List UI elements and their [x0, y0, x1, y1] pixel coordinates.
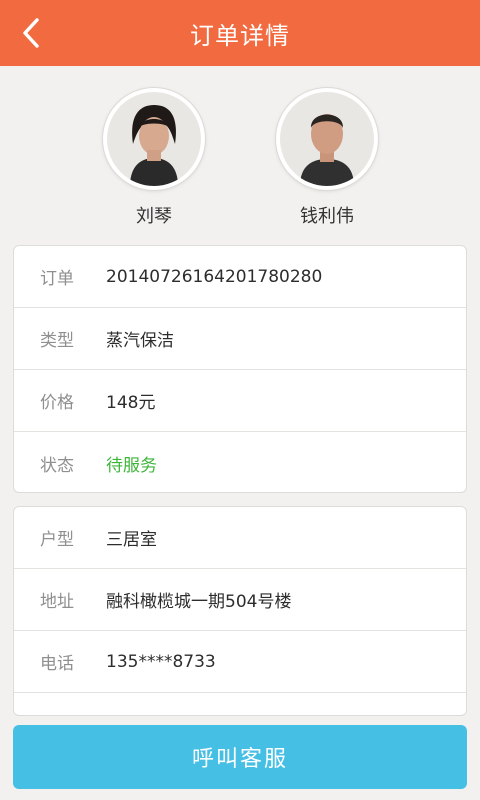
- order-number-row: 订单 20140726164201780280: [14, 246, 466, 308]
- back-button[interactable]: [6, 8, 56, 58]
- avatar-photo: [280, 92, 374, 186]
- staff-name: 刘琴: [136, 206, 172, 227]
- avatar-photo: [107, 92, 201, 186]
- row-label: 订单: [40, 269, 74, 289]
- avatar: [276, 88, 378, 190]
- list-item: [14, 693, 466, 715]
- order-number-value: 20140726164201780280: [106, 266, 323, 287]
- row-label: 类型: [40, 331, 74, 351]
- status-row: 状态 待服务: [14, 432, 466, 492]
- status-badge: 待服务: [106, 455, 157, 476]
- service-type-value: 蒸汽保洁: [106, 331, 174, 351]
- chevron-left-icon: [23, 18, 39, 48]
- address-row: 地址 融科橄榄城一期504号楼: [14, 569, 466, 631]
- price-value: 148元: [106, 393, 156, 413]
- house-info-card: 户型 三居室 地址 融科橄榄城一期504号楼 电话 135****8733: [13, 506, 467, 716]
- order-info-card: 订单 20140726164201780280 类型 蒸汽保洁 价格 148元 …: [13, 245, 467, 493]
- phone-row[interactable]: 电话 135****8733: [14, 631, 466, 693]
- staff-card[interactable]: 钱利伟: [267, 88, 387, 228]
- call-support-button[interactable]: 呼叫客服: [13, 725, 467, 789]
- price-row: 价格 148元: [14, 370, 466, 432]
- house-type-value: 三居室: [106, 530, 157, 550]
- staff-section: 刘琴 钱利伟: [0, 88, 480, 228]
- staff-name: 钱利伟: [300, 206, 354, 227]
- row-label: 价格: [40, 393, 74, 413]
- row-label: 电话: [40, 654, 74, 674]
- avatar: [103, 88, 205, 190]
- row-label: 户型: [40, 530, 74, 550]
- staff-card[interactable]: 刘琴: [94, 88, 214, 228]
- house-type-row: 户型 三居室: [14, 507, 466, 569]
- page-title: 订单详情: [190, 21, 290, 50]
- row-label: 地址: [40, 592, 74, 612]
- service-type-row: 类型 蒸汽保洁: [14, 308, 466, 370]
- phone-value: 135****8733: [106, 651, 216, 672]
- address-value: 融科橄榄城一期504号楼: [106, 592, 292, 612]
- row-label: 状态: [40, 455, 74, 476]
- app-header: 订单详情: [0, 0, 480, 66]
